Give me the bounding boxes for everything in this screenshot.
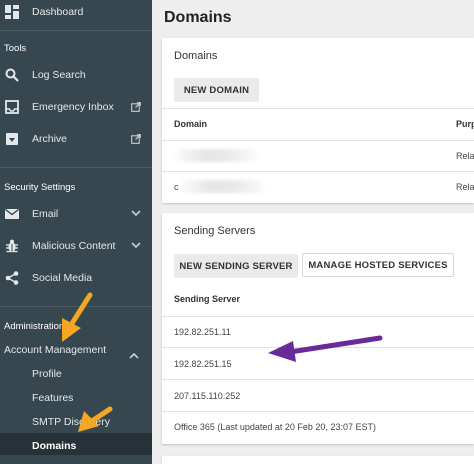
purple-arrow: [268, 335, 383, 362]
orange-arrow: [78, 406, 113, 432]
annotation-overlay: [62, 292, 383, 432]
orange-arrow: [62, 292, 93, 342]
